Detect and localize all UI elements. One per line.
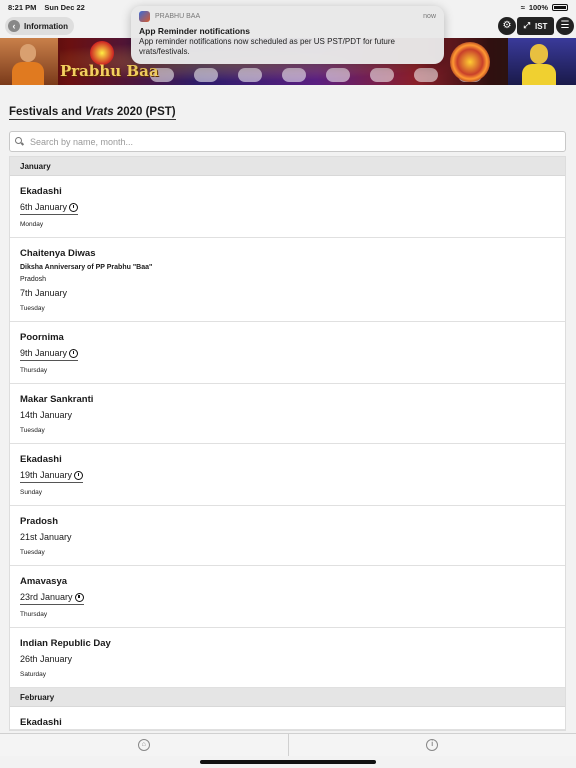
notification-app-name: PRABHU BAA: [155, 13, 201, 20]
clock-icon: [74, 593, 84, 602]
festival-item[interactable]: Indian Republic Day 26th January Saturday: [10, 628, 565, 688]
festival-day: Tuesday: [20, 305, 45, 312]
festival-date: 26th January: [20, 654, 73, 664]
notification-time: now: [423, 13, 436, 20]
main-content: Festivals and Vrats 2020 (PST) JanuaryEk…: [0, 85, 576, 733]
notification-title: App Reminder notifications: [139, 26, 250, 36]
status-time: 8:21 PM: [8, 2, 37, 12]
festival-day: Thursday: [20, 611, 48, 618]
gear-icon: ⚙: [502, 20, 512, 31]
wifi-icon: ≈: [520, 2, 525, 12]
festival-item[interactable]: Ekadashi 6th January Monday: [10, 176, 565, 238]
app-icon: [139, 11, 150, 22]
festival-date: 19th January: [20, 470, 73, 480]
status-date: Sun Dec 22: [44, 2, 85, 12]
festival-name: Ekadashi: [20, 717, 62, 728]
festival-item[interactable]: Poornima 9th January Thursday: [10, 322, 565, 384]
festival-name: Ekadashi: [20, 454, 62, 465]
tab-bar: ⌂ i: [0, 733, 576, 756]
festival-item[interactable]: Makar Sankranti 14th January Tuesday: [10, 384, 565, 444]
reminder-link[interactable]: 9th January: [20, 348, 79, 361]
battery-icon: [552, 3, 568, 11]
festival-day: Monday: [20, 221, 44, 228]
festival-item[interactable]: Ekadashi: [10, 707, 565, 730]
timezone-label: IST: [534, 21, 548, 31]
notification-banner[interactable]: PRABHU BAA now App Reminder notification…: [131, 6, 444, 64]
festival-name: Amavasya: [20, 576, 68, 587]
festival-date: 7th January: [20, 288, 68, 298]
festival-name: Makar Sankranti: [20, 394, 94, 405]
festival-item[interactable]: Amavasya 23rd January Thursday: [10, 566, 565, 628]
festival-date: 23rd January: [20, 592, 73, 602]
festival-date: 9th January: [20, 348, 68, 358]
festival-day: Saturday: [20, 671, 47, 678]
festival-item[interactable]: Chaitenya Diwas Diksha Anniversary of PP …: [10, 238, 565, 322]
festival-day: Thursday: [20, 367, 48, 374]
festival-item[interactable]: Pradosh 21st January Tuesday: [10, 506, 565, 566]
festival-subtitle: Diksha Anniversary of PP Prabhu "Baa": [20, 264, 153, 271]
page-title: Festivals and Vrats 2020 (PST): [9, 106, 176, 120]
festival-name: Chaitenya Diwas: [20, 248, 96, 259]
back-button[interactable]: ‹ Information: [5, 17, 74, 35]
mandala-image: [450, 42, 490, 82]
festival-day: Tuesday: [20, 427, 45, 434]
guru-portrait-image: [0, 38, 58, 85]
baa-portrait-image: [508, 38, 576, 85]
battery-percent: 100%: [528, 2, 548, 12]
festival-name: Indian Republic Day: [20, 638, 111, 649]
festival-date: 21st January: [20, 532, 72, 542]
menu-button[interactable]: ☰: [556, 17, 574, 35]
home-icon: ⌂: [137, 739, 150, 751]
timezone-button[interactable]: ⤢ IST: [517, 17, 554, 35]
back-button-label: Information: [24, 21, 68, 31]
festival-date: 14th January: [20, 410, 73, 420]
festival-day: Sunday: [20, 489, 43, 496]
hamburger-menu-icon: ☰: [560, 20, 570, 31]
reminder-link[interactable]: 6th January: [20, 202, 79, 215]
clock-icon: [69, 203, 79, 212]
month-header: January: [10, 157, 565, 176]
search-bar[interactable]: [9, 131, 566, 152]
festival-list: January Ekadashi 6th January Monday Chaiteny…: [9, 156, 566, 731]
banner-title: Prabhu Baa: [60, 62, 159, 80]
chevron-left-icon: ‹: [8, 20, 20, 32]
search-input[interactable]: [30, 136, 550, 147]
notification-body: App reminder notifications now scheduled…: [139, 37, 395, 56]
tab-info[interactable]: i: [289, 734, 576, 756]
tab-home[interactable]: ⌂: [0, 734, 289, 756]
festival-date: 6th January: [20, 202, 68, 212]
clock-icon: [69, 349, 79, 358]
expand-icon: ⤢: [523, 21, 530, 30]
festival-name: Poornima: [20, 332, 64, 343]
search-icon: [15, 137, 24, 146]
festival-day: Tuesday: [20, 549, 45, 556]
home-indicator: [200, 760, 376, 764]
festival-name: Ekadashi: [20, 186, 62, 197]
festival-item[interactable]: Ekadashi 19th January Sunday: [10, 444, 565, 506]
settings-button[interactable]: ⚙: [498, 17, 516, 35]
festival-note: Pradosh: [20, 276, 47, 283]
reminder-link[interactable]: 23rd January: [20, 592, 84, 605]
reminder-link[interactable]: 19th January: [20, 470, 84, 483]
month-header: February: [10, 688, 565, 707]
clock-icon: [74, 471, 84, 480]
banner-symbols: [150, 68, 482, 82]
festival-name: Pradosh: [20, 516, 59, 527]
info-icon: i: [426, 739, 439, 751]
